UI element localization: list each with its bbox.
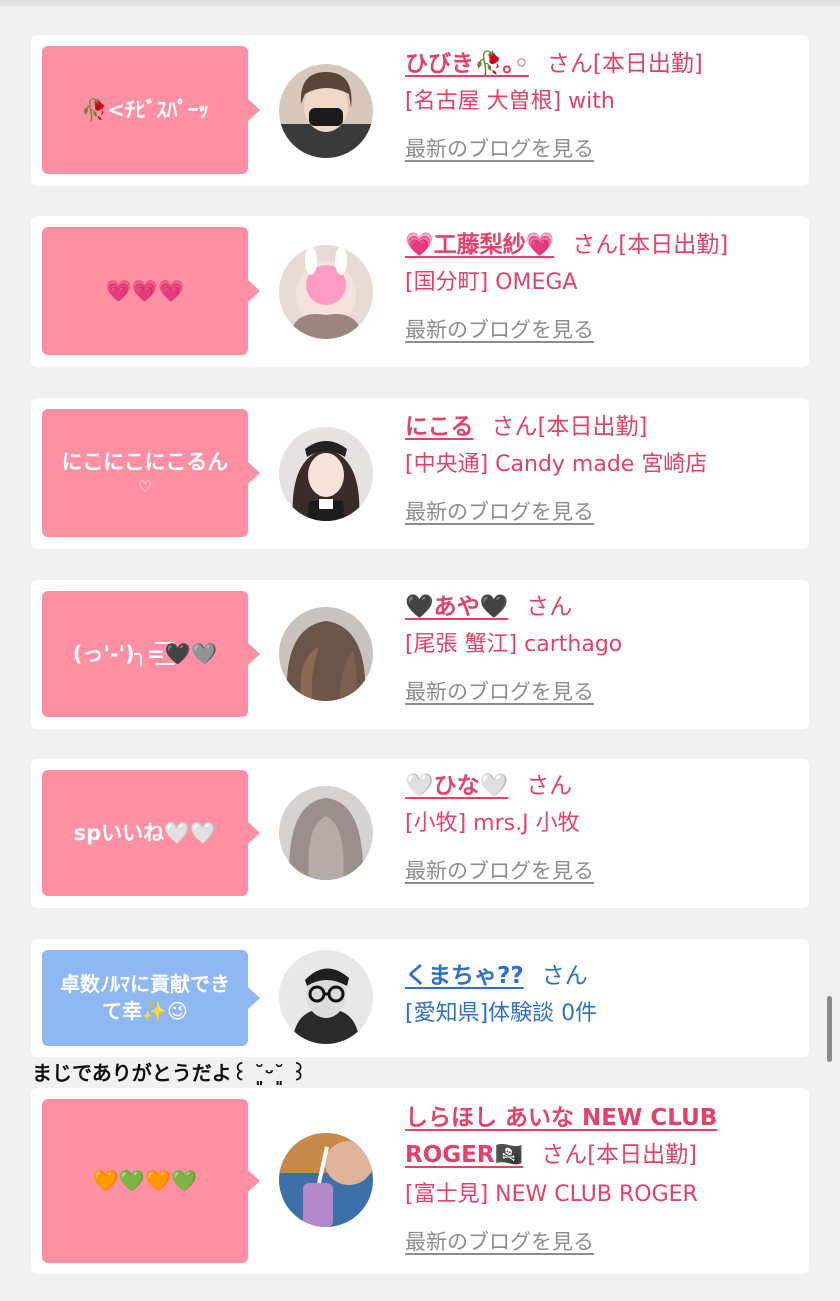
girl-name-link[interactable]: 🖤あや🖤 [405,594,508,620]
message-bubble: 卓数ﾉﾙﾏに貢献できて幸✨😉 [42,950,260,1046]
san-status: さん[本日出勤] [541,1142,698,1168]
girl-name-link[interactable]: 🤍ひな🤍 [405,773,508,799]
blog-card: (っ'-')╮=͟͟͞͞🖤🩶 🖤あや🖤 さん [尾張 蟹江] carthago 最… [31,580,809,729]
bubble-text: 卓数ﾉﾙﾏに貢献できて幸✨😉 [60,972,230,1023]
avatar[interactable] [279,64,373,158]
message-bubble: 🧡💚🧡💚 [42,1099,260,1263]
message-bubble: 🥀<ﾁﾋﾞｽﾊﾟｰｯ [42,46,260,174]
bubble-text: にこにこにこるん [61,450,229,475]
review-count-label: [愛知県]体験談 0件 [405,1001,598,1026]
blog-card: 💗💗💗 💗工藤梨紗💗 さん[本日出勤] [国分町] OMEGA 最新のブログを見る [31,216,809,367]
review-card: 卓数ﾉﾙﾏに貢献できて幸✨😉 くまちゃ?? さん [愛知県]体験談 0件 [31,939,809,1057]
shop-label: [小牧] mrs.J 小牧 [405,811,580,836]
san-status: さん[本日出勤] [546,51,703,77]
latest-blog-link[interactable]: 最新のブログを見る [405,133,594,163]
girl-name-link[interactable]: ひびき🥀｡◦ [405,51,529,77]
blog-card: にこにこにこるん ♡ にこる さん[本日出勤] [中央通] Candy made … [31,398,809,549]
blog-card: 🥀<ﾁﾋﾞｽﾊﾟｰｯ ひびき🥀｡◦ さん[本日出勤] [名古屋 大曽根] with… [31,35,809,186]
scrollbar[interactable] [827,996,832,1062]
message-bubble: spいいね🤍🤍 [42,770,260,896]
blog-card: 🧡💚🧡💚 しらほし あいな NEW CLUB ROGER🏴‍☠️ さん[本日出勤]… [31,1088,809,1274]
avatar[interactable] [279,245,373,339]
san-status: さん[本日出勤] [572,232,729,258]
review-comment: まじでありがとうだよ꒰ ˘͈ᵕ˘͈ ꒱ [32,1061,307,1085]
message-bubble: にこにこにこるん ♡ [42,409,260,537]
message-bubble: (っ'-')╮=͟͟͞͞🖤🩶 [42,591,260,717]
bubble-text: spいいね🤍🤍 [73,820,217,845]
san-label: さん [541,963,588,989]
san-status: さん [526,594,573,620]
avatar[interactable] [279,607,373,701]
san-status: さん [526,773,573,799]
avatar[interactable] [279,786,373,880]
avatar[interactable] [279,427,373,521]
latest-blog-link[interactable]: 最新のブログを見る [405,496,594,526]
girl-name-link[interactable]: にこる [405,414,474,440]
shop-label: [国分町] OMEGA [405,270,578,295]
user-name-link[interactable]: くまちゃ?? [405,963,524,989]
shop-label: [中央通] Candy made 宮崎店 [405,452,708,477]
san-status: さん[本日出勤] [491,414,648,440]
message-bubble: 💗💗💗 [42,227,260,355]
bubble-text: 🧡💚🧡💚 [92,1168,198,1193]
latest-blog-link[interactable]: 最新のブログを見る [405,314,594,344]
bubble-subtext: ♡ [137,477,153,497]
bubble-text: 🥀<ﾁﾋﾞｽﾊﾟｰｯ [81,97,209,122]
latest-blog-link[interactable]: 最新のブログを見る [405,1226,594,1256]
latest-blog-link[interactable]: 最新のブログを見る [405,676,594,706]
avatar[interactable] [279,950,373,1044]
shop-label: [富士見] NEW CLUB ROGER [405,1182,698,1207]
shop-label: [尾張 蟹江] carthago [405,632,623,657]
bubble-text: 💗💗💗 [105,278,185,303]
girl-name-link[interactable]: 💗工藤梨紗💗 [405,232,554,258]
bubble-text: (っ'-')╮=͟͟͞͞🖤🩶 [72,641,218,666]
avatar[interactable] [279,1133,373,1227]
top-divider [0,0,840,6]
blog-card: spいいね🤍🤍 🤍ひな🤍 さん [小牧] mrs.J 小牧 最新のブログを見る [31,759,809,908]
latest-blog-link[interactable]: 最新のブログを見る [405,855,594,885]
shop-label: [名古屋 大曽根] with [405,89,615,114]
